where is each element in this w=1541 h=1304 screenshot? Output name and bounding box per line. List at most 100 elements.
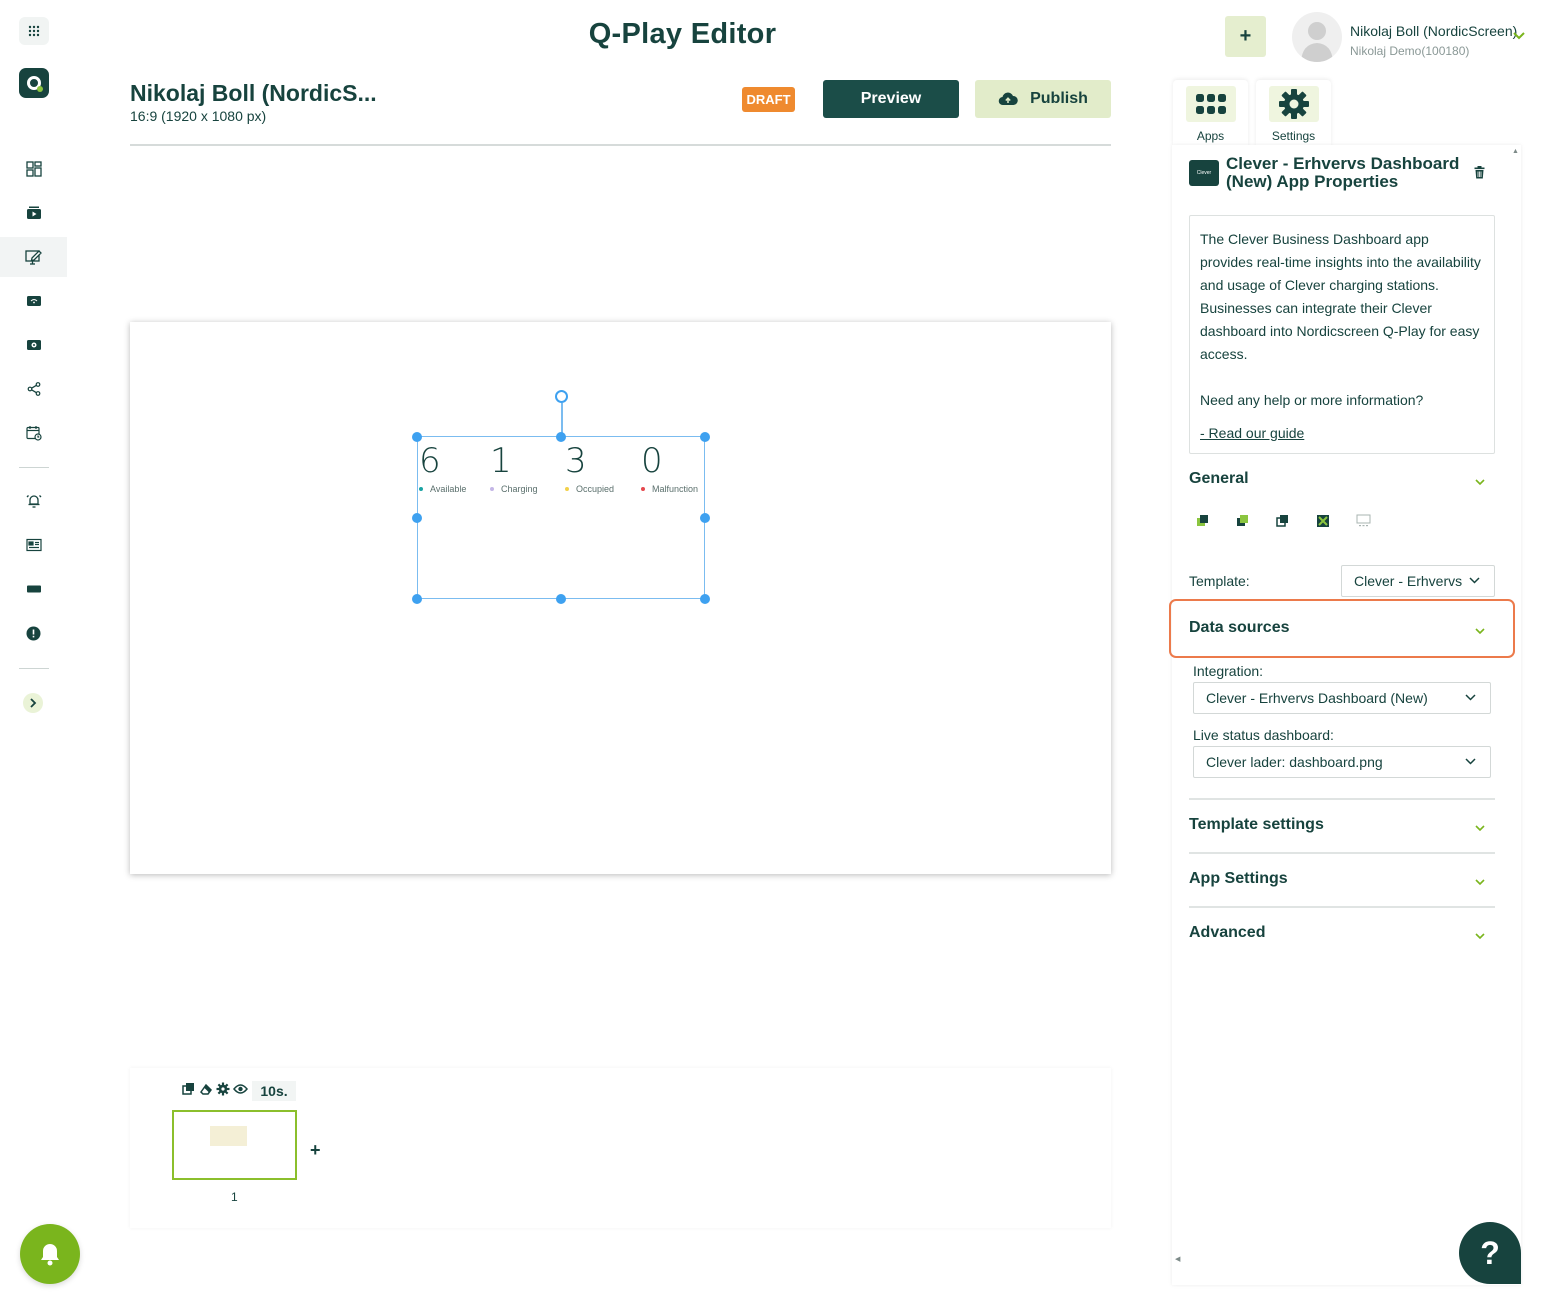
slide-number: 1 <box>231 1190 238 1204</box>
sidebar-item-editor[interactable] <box>0 237 67 277</box>
slide-thumbnail[interactable] <box>172 1110 297 1180</box>
chevron-down-icon[interactable] <box>1475 473 1485 491</box>
tab-settings[interactable]: Settings <box>1256 80 1331 146</box>
stat-label: Occupied <box>576 484 615 494</box>
sidebar-item-dashboard[interactable] <box>0 149 67 189</box>
stat-value: 1 <box>490 441 512 481</box>
publish-button[interactable]: Publish <box>975 80 1111 118</box>
preview-button[interactable]: Preview <box>823 80 959 118</box>
sidebar-item-news[interactable] <box>0 525 67 565</box>
resize-handle-right[interactable] <box>700 513 710 523</box>
user-org: Nikolaj Demo(100180) <box>1350 44 1470 58</box>
delete-app-button[interactable] <box>1474 166 1485 184</box>
scroll-up-arrow-icon[interactable]: ▲ <box>1512 148 1519 155</box>
news-icon <box>25 538 42 552</box>
preview-label: Preview <box>860 90 922 107</box>
sidebar-item-playlists[interactable] <box>0 325 67 365</box>
project-resolution: 16:9 (1920 x 1080 px) <box>130 108 267 124</box>
stat-available: 6 Available <box>419 444 466 494</box>
sidebar-item-media[interactable] <box>0 193 67 233</box>
screen-fit-icon[interactable] <box>1356 514 1371 527</box>
notifications-button[interactable] <box>20 1224 80 1284</box>
resize-handle-top-right[interactable] <box>700 432 710 442</box>
chevron-down-icon[interactable] <box>1475 819 1485 837</box>
gear-icon[interactable] <box>216 1082 230 1096</box>
stat-label: Malfunction <box>652 484 699 494</box>
live-status-select[interactable]: Clever lader: dashboard.png <box>1193 746 1491 778</box>
editor-icon <box>25 250 42 265</box>
read-guide-link[interactable]: - Read our guide <box>1200 422 1484 445</box>
app-description: The Clever Business Dashboard app provid… <box>1200 231 1481 362</box>
screens-icon <box>26 296 41 306</box>
chevron-down-icon[interactable] <box>1475 873 1485 891</box>
chevron-right-icon <box>30 698 37 708</box>
resize-handle-left[interactable] <box>412 513 422 523</box>
status-dot <box>565 487 569 491</box>
status-dot <box>641 487 645 491</box>
sidebar-item-share[interactable] <box>0 369 67 409</box>
section-app-settings[interactable]: App Settings <box>1189 870 1288 888</box>
layer-forward-icon[interactable] <box>1236 514 1250 528</box>
chevron-down-icon <box>1465 758 1476 765</box>
eye-icon[interactable] <box>233 1083 248 1095</box>
integration-label: Integration: <box>1193 663 1264 679</box>
help-button[interactable]: ? <box>1459 1222 1521 1284</box>
sidebar-item-display[interactable] <box>0 569 67 609</box>
sidebar-expand-button[interactable] <box>23 693 43 713</box>
bell-icon <box>41 1244 59 1266</box>
add-slide-button[interactable]: + <box>310 1140 321 1161</box>
sidebar-item-info[interactable] <box>0 613 67 653</box>
clever-app-logo: Clever <box>1189 160 1219 186</box>
rotate-handle[interactable] <box>555 390 568 403</box>
avatar[interactable] <box>1292 12 1342 62</box>
sidebar-divider <box>19 467 49 468</box>
chevron-down-icon[interactable] <box>1475 622 1485 640</box>
stat-malfunction: 0 Malfunction <box>641 444 698 494</box>
sidebar-item-screens[interactable] <box>0 281 67 321</box>
slide-duration[interactable]: 10s. <box>252 1081 296 1101</box>
layer-backward-icon[interactable] <box>1276 514 1290 528</box>
general-icon-row <box>1196 514 1371 528</box>
sidebar-item-alerts[interactable] <box>0 481 67 521</box>
media-icon <box>26 206 41 219</box>
section-divider <box>1189 906 1495 908</box>
tab-apps[interactable]: Apps <box>1173 80 1248 146</box>
user-menu-chevron-icon[interactable] <box>1513 27 1525 45</box>
settings-gear-icon <box>1268 86 1319 122</box>
alarm-icon <box>26 495 41 508</box>
scroll-left-arrow-icon[interactable]: ◀ <box>1175 1255 1180 1263</box>
trash-icon <box>1474 166 1485 179</box>
publish-label: Publish <box>1030 90 1088 107</box>
section-template-settings[interactable]: Template settings <box>1189 816 1324 834</box>
user-silhouette-icon <box>1301 22 1333 62</box>
slide-thumbnail-preview <box>210 1126 247 1146</box>
add-button[interactable]: + <box>1225 16 1266 57</box>
section-data-sources[interactable]: Data sources <box>1189 619 1290 637</box>
tab-apps-label: Apps <box>1196 129 1225 143</box>
project-name: Nikolaj Boll (NordicS... <box>130 80 377 106</box>
resize-handle-bottom[interactable] <box>556 594 566 604</box>
resize-handle-bottom-left[interactable] <box>412 594 422 604</box>
user-name[interactable]: Nikolaj Boll (NordicScreen) <box>1350 23 1517 39</box>
dashboard-icon <box>25 161 42 177</box>
live-status-value: Clever lader: dashboard.png <box>1206 754 1383 770</box>
resize-handle-bottom-right[interactable] <box>700 594 710 604</box>
app-grid-icon[interactable] <box>19 17 49 45</box>
layer-bring-front-icon[interactable] <box>1196 514 1210 528</box>
chevron-down-icon <box>1469 577 1480 584</box>
template-select[interactable]: Clever - Erhvervs <box>1341 565 1495 597</box>
left-sidebar <box>0 0 67 1304</box>
qplay-logo[interactable] <box>19 68 49 98</box>
app-description-box: The Clever Business Dashboard app provid… <box>1189 215 1495 454</box>
duplicate-icon[interactable] <box>182 1082 196 1096</box>
sidebar-item-schedule[interactable] <box>0 413 67 453</box>
integration-select[interactable]: Clever - Erhvervs Dashboard (New) <box>1193 682 1491 714</box>
section-advanced[interactable]: Advanced <box>1189 924 1265 942</box>
eraser-icon[interactable] <box>199 1082 213 1096</box>
chevron-down-icon[interactable] <box>1475 927 1485 945</box>
fullscreen-icon[interactable] <box>1316 514 1330 528</box>
app-properties-title: Clever - Erhvervs Dashboard (New) App Pr… <box>1226 154 1460 191</box>
stat-value: 0 <box>641 441 663 481</box>
section-general[interactable]: General <box>1189 470 1249 488</box>
display-icon <box>26 585 41 593</box>
